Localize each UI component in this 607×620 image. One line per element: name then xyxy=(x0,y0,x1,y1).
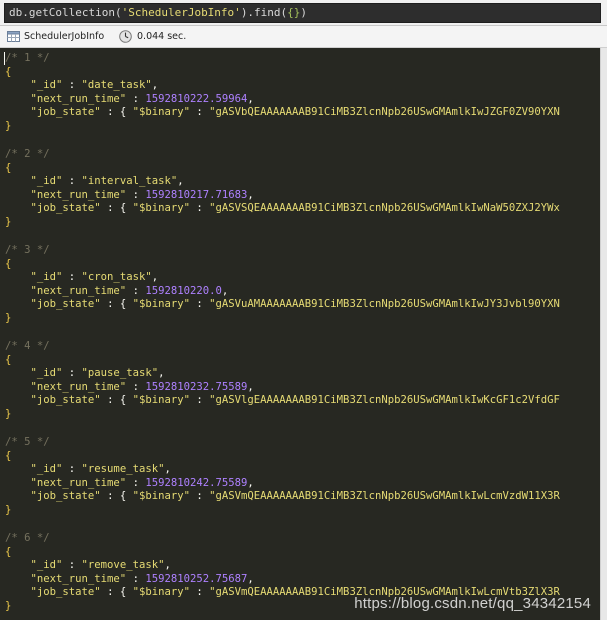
record-number-comment: /* 4 */ xyxy=(5,340,50,352)
id-value: "date_task" xyxy=(81,79,152,91)
job-state-value: "gASVuAMAAAAAAAB91CiMB3ZlcnNpb26USwGMAml… xyxy=(209,298,560,310)
open-brace: { xyxy=(5,257,12,270)
next-run-time-value: 1592810252.75687 xyxy=(145,572,248,585)
watermark: https://blog.csdn.net/qq_34342154 xyxy=(354,595,591,612)
query-prefix: db.getCollection( xyxy=(9,6,122,19)
binary-key: "$binary" xyxy=(132,586,190,598)
next-run-time-value: 1592810217.71683 xyxy=(145,188,248,201)
record-number-comment: /* 6 */ xyxy=(5,532,50,544)
binary-key: "$binary" xyxy=(132,394,190,406)
id-key: "_id" xyxy=(30,271,63,283)
clock-icon xyxy=(119,30,132,43)
job-state-key: "job_state" xyxy=(30,298,101,310)
query-suffix: ) xyxy=(300,6,308,19)
job-state-key: "job_state" xyxy=(30,490,101,502)
close-brace: } xyxy=(5,599,12,612)
close-brace: } xyxy=(5,311,12,324)
job-state-key: "job_state" xyxy=(30,202,101,214)
record-number-comment: /* 1 */ xyxy=(5,52,50,64)
job-state-value: "gASVbQEAAAAAAAB91CiMB3ZlcnNpb26USwGMAml… xyxy=(209,106,560,118)
open-brace: { xyxy=(5,353,12,366)
job-state-value: "gASVSQEAAAAAAAB91CiMB3ZlcnNpb26USwGMAml… xyxy=(209,202,560,214)
execution-time: 0.044 sec. xyxy=(137,31,187,42)
next-run-time-key: "next_run_time" xyxy=(30,380,127,393)
next-run-time-key: "next_run_time" xyxy=(30,92,127,105)
next-run-time-value: 1592810220.0 xyxy=(145,284,222,297)
record-number-comment: /* 2 */ xyxy=(5,148,50,160)
binary-key: "$binary" xyxy=(132,202,190,214)
record-number-comment: /* 5 */ xyxy=(5,436,50,448)
document-record: /* 4 */{ "_id" : "pause_task", "next_run… xyxy=(5,340,560,420)
next-run-time-value: 1592810222.59964 xyxy=(145,92,248,105)
next-run-time-key: "next_run_time" xyxy=(30,476,127,489)
open-brace: { xyxy=(5,449,12,462)
close-brace: } xyxy=(5,503,12,516)
id-key: "_id" xyxy=(30,79,63,91)
job-state-key: "job_state" xyxy=(30,106,101,118)
query-collection-arg: 'SchedulerJobInfo' xyxy=(121,6,241,19)
job-state-value: "gASVmQEAAAAAAAB91CiMB3ZlcnNpb26USwGMAml… xyxy=(209,490,560,502)
job-state-key: "job_state" xyxy=(30,394,101,406)
document-record: /* 2 */{ "_id" : "interval_task", "next_… xyxy=(5,148,560,228)
document-record: /* 3 */{ "_id" : "cron_task", "next_run_… xyxy=(5,244,560,324)
next-run-time-value: 1592810232.75589 xyxy=(145,380,248,393)
next-run-time-key: "next_run_time" xyxy=(30,188,127,201)
open-brace: { xyxy=(5,161,12,174)
close-brace: } xyxy=(5,215,12,228)
close-brace: } xyxy=(5,119,12,132)
open-brace: { xyxy=(5,545,12,558)
id-value: "cron_task" xyxy=(81,271,152,283)
document-record: /* 1 */{ "_id" : "date_task", "next_run_… xyxy=(5,52,560,132)
binary-key: "$binary" xyxy=(132,298,190,310)
record-number-comment: /* 3 */ xyxy=(5,244,50,256)
next-run-time-value: 1592810242.75589 xyxy=(145,476,248,489)
result-tabbar: SchedulerJobInfo 0.044 sec. xyxy=(0,26,607,48)
id-value: "resume_task" xyxy=(81,463,165,475)
results-panel[interactable]: /* 1 */{ "_id" : "date_task", "next_run_… xyxy=(0,48,600,620)
query-find: ).find( xyxy=(240,6,288,19)
next-run-time-key: "next_run_time" xyxy=(30,572,127,585)
id-key: "_id" xyxy=(30,367,63,379)
query-toolbar: db.getCollection('SchedulerJobInfo').fin… xyxy=(0,0,607,26)
job-state-key: "job_state" xyxy=(30,586,101,598)
table-icon xyxy=(7,31,20,42)
query-input[interactable]: db.getCollection('SchedulerJobInfo').fin… xyxy=(4,3,601,23)
id-value: "remove_task" xyxy=(81,559,165,571)
id-key: "_id" xyxy=(30,175,63,187)
binary-key: "$binary" xyxy=(132,490,190,502)
binary-key: "$binary" xyxy=(132,106,190,118)
collection-name: SchedulerJobInfo xyxy=(24,31,105,42)
next-run-time-key: "next_run_time" xyxy=(30,284,127,297)
id-value: "interval_task" xyxy=(81,175,178,187)
query-filter: {} xyxy=(287,6,301,19)
id-key: "_id" xyxy=(30,559,63,571)
id-value: "pause_task" xyxy=(81,367,159,379)
open-brace: { xyxy=(5,65,12,78)
id-key: "_id" xyxy=(30,463,63,475)
close-brace: } xyxy=(5,407,12,420)
job-state-value: "gASVlgEAAAAAAAB91CiMB3ZlcnNpb26USwGMAml… xyxy=(209,394,560,406)
document-record: /* 5 */{ "_id" : "resume_task", "next_ru… xyxy=(5,436,560,516)
vertical-scrollbar[interactable] xyxy=(600,48,607,620)
